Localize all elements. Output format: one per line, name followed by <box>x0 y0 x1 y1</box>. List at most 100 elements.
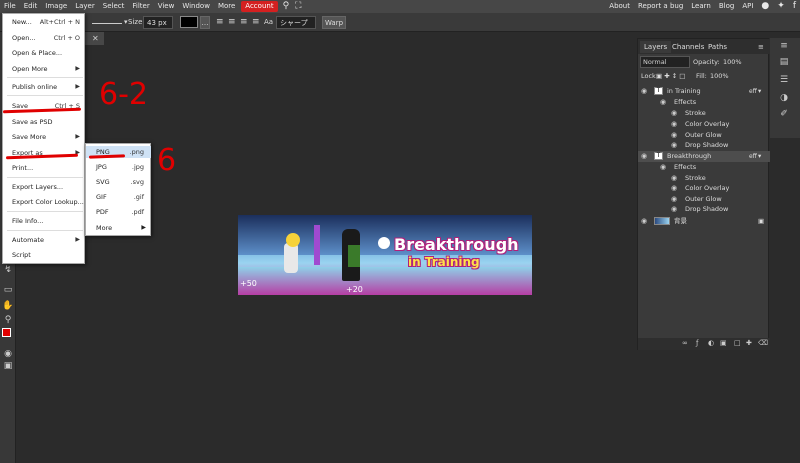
new-layer-icon[interactable]: ✚ <box>746 339 752 347</box>
twitter-icon[interactable]: ✦ <box>773 0 789 13</box>
rectangle-tool-icon[interactable]: ▭ <box>2 284 14 296</box>
eye-icon[interactable]: ◉ <box>671 204 677 215</box>
layer-effect-row[interactable]: ◉ Drop Shadow <box>638 140 770 151</box>
menu-filter[interactable]: Filter <box>128 0 153 13</box>
warp-button[interactable]: Warp <box>322 16 346 29</box>
file-menu-open[interactable]: Open... Ctrl + O <box>3 32 85 44</box>
file-menu-save-psd[interactable]: Save as PSD <box>3 116 85 128</box>
layer-row-selected[interactable]: ◉ T Breakthrough eff ▾ <box>638 151 770 162</box>
canvas-image[interactable]: Breakthrough in Training +50 +20 <box>238 215 532 295</box>
lock-icons[interactable]: ▣ ✚ ↕ □ <box>656 70 685 83</box>
text-color-swatch[interactable] <box>180 16 198 28</box>
chevron-down-icon[interactable]: ▾ <box>758 86 761 97</box>
tab-paths[interactable]: Paths <box>704 41 731 53</box>
eye-icon[interactable]: ◉ <box>671 108 677 119</box>
facebook-icon[interactable]: f <box>789 0 800 13</box>
eye-icon[interactable]: ◉ <box>641 216 647 227</box>
link-icon[interactable]: ∞ <box>682 339 688 347</box>
file-menu-open-more[interactable]: Open More ▶ <box>3 63 85 75</box>
menu-more[interactable]: More <box>214 0 239 13</box>
align-right-icon[interactable]: ≡ <box>240 16 248 29</box>
layer-effect-row[interactable]: ◉ Color Overlay <box>638 183 770 194</box>
hand-tool-icon[interactable]: ✋ <box>2 300 14 312</box>
screen-mode-icon[interactable]: ▣ <box>2 360 14 372</box>
tab-channels[interactable]: Channels <box>668 41 708 53</box>
export-gif[interactable]: GIF .gif <box>86 191 151 203</box>
file-menu-automate[interactable]: Automate ▶ <box>3 234 85 246</box>
trash-icon[interactable]: ⌫ <box>758 339 768 347</box>
layer-effect-row[interactable]: ◉ Drop Shadow <box>638 204 770 215</box>
fullscreen-icon[interactable]: ⛶ <box>292 0 304 13</box>
align-left-icon[interactable]: ≡ <box>216 16 224 29</box>
effects-icon[interactable]: ƒ <box>696 339 698 347</box>
fill-value[interactable]: 100% <box>710 70 729 83</box>
link-report-bug[interactable]: Report a bug <box>634 0 687 13</box>
eye-icon[interactable]: ◉ <box>671 119 677 130</box>
link-api[interactable]: API <box>738 0 757 13</box>
eye-icon[interactable]: ◉ <box>660 162 666 173</box>
lasso-tool-icon[interactable]: ↯ <box>2 264 14 276</box>
opacity-value[interactable]: 100% <box>723 56 742 69</box>
eye-icon[interactable]: ◉ <box>671 183 677 194</box>
chevron-down-icon[interactable]: ▾ <box>758 151 761 162</box>
eye-icon[interactable]: ◉ <box>641 86 647 97</box>
layer-effect-row[interactable]: ◉ Effects <box>638 97 770 108</box>
chevron-down-icon[interactable]: ▾ <box>124 16 128 29</box>
menu-select[interactable]: Select <box>99 0 129 13</box>
brush-icon[interactable]: ✐ <box>778 108 790 120</box>
file-menu-save-more[interactable]: Save More ▶ <box>3 131 85 143</box>
foreground-color[interactable] <box>2 328 11 337</box>
file-menu-file-info[interactable]: File Info... <box>3 215 85 227</box>
quick-mask-icon[interactable]: ◉ <box>2 348 14 360</box>
layer-row[interactable]: ◉ T in Training eff ▾ <box>638 86 770 97</box>
layer-effect-row[interactable]: ◉ Effects <box>638 162 770 173</box>
export-more[interactable]: More ▶ <box>86 222 151 234</box>
link-blog[interactable]: Blog <box>715 0 738 13</box>
stroke-preview[interactable] <box>92 17 122 24</box>
lock-icon[interactable]: ▣ <box>758 216 764 227</box>
file-menu-export-lookup[interactable]: Export Color Lookup... <box>3 196 85 208</box>
blend-mode-select[interactable]: Normal <box>640 56 690 68</box>
mask-icon[interactable]: ▣ <box>720 339 727 347</box>
file-menu-open-place[interactable]: Open & Place... <box>3 47 85 59</box>
search-icon[interactable]: ⚲ <box>280 0 293 13</box>
eye-icon[interactable]: ◉ <box>671 140 677 151</box>
link-about[interactable]: About <box>605 0 634 13</box>
layer-effect-row[interactable]: ◉ Stroke <box>638 108 770 119</box>
file-menu-print[interactable]: Print... <box>3 162 85 174</box>
export-svg[interactable]: SVG .svg <box>86 176 151 188</box>
zoom-tool-icon[interactable]: ⚲ <box>2 314 14 326</box>
panel-menu-icon[interactable]: ≡ <box>754 41 768 53</box>
adjustment-icon[interactable]: ◐ <box>708 339 714 347</box>
link-learn[interactable]: Learn <box>687 0 715 13</box>
menu-window[interactable]: Window <box>178 0 214 13</box>
menu-view[interactable]: View <box>154 0 179 13</box>
file-menu-export-layers[interactable]: Export Layers... <box>3 181 85 193</box>
file-menu-publish[interactable]: Publish online ▶ <box>3 81 85 93</box>
file-menu-script[interactable]: Script <box>3 249 85 261</box>
layer-row[interactable]: ◉ 背景 ▣ <box>638 216 770 227</box>
file-menu-new[interactable]: New... Alt+Ctrl + N <box>3 16 85 28</box>
size-input[interactable]: 43 px <box>143 16 173 29</box>
menu-layer[interactable]: Layer <box>71 0 99 13</box>
text-options-button[interactable]: … <box>200 16 210 29</box>
export-jpg[interactable]: JPG .jpg <box>86 161 151 173</box>
layers-icon[interactable]: ☰ <box>778 74 790 86</box>
menu-account[interactable]: Account <box>241 1 278 12</box>
menu-image[interactable]: Image <box>41 0 71 13</box>
adjust-icon[interactable]: ◑ <box>778 92 790 104</box>
folder-icon[interactable]: □ <box>734 339 741 347</box>
align-center-icon[interactable]: ≡ <box>228 16 236 29</box>
reddit-icon[interactable]: ● <box>757 0 773 13</box>
menu-edit[interactable]: Edit <box>20 0 42 13</box>
panel-collapse-icon[interactable]: ≡ <box>778 40 790 52</box>
eye-icon[interactable]: ◉ <box>660 97 666 108</box>
layer-effect-row[interactable]: ◉ Color Overlay <box>638 119 770 130</box>
close-icon[interactable]: ✕ <box>92 34 99 43</box>
align-justify-icon[interactable]: ≡ <box>252 16 260 29</box>
export-pdf[interactable]: PDF .pdf <box>86 206 151 218</box>
eye-icon[interactable]: ◉ <box>641 151 647 162</box>
history-icon[interactable]: ▤ <box>778 56 790 68</box>
font-select[interactable]: シャープ <box>276 16 316 29</box>
menu-file[interactable]: File <box>0 0 20 13</box>
